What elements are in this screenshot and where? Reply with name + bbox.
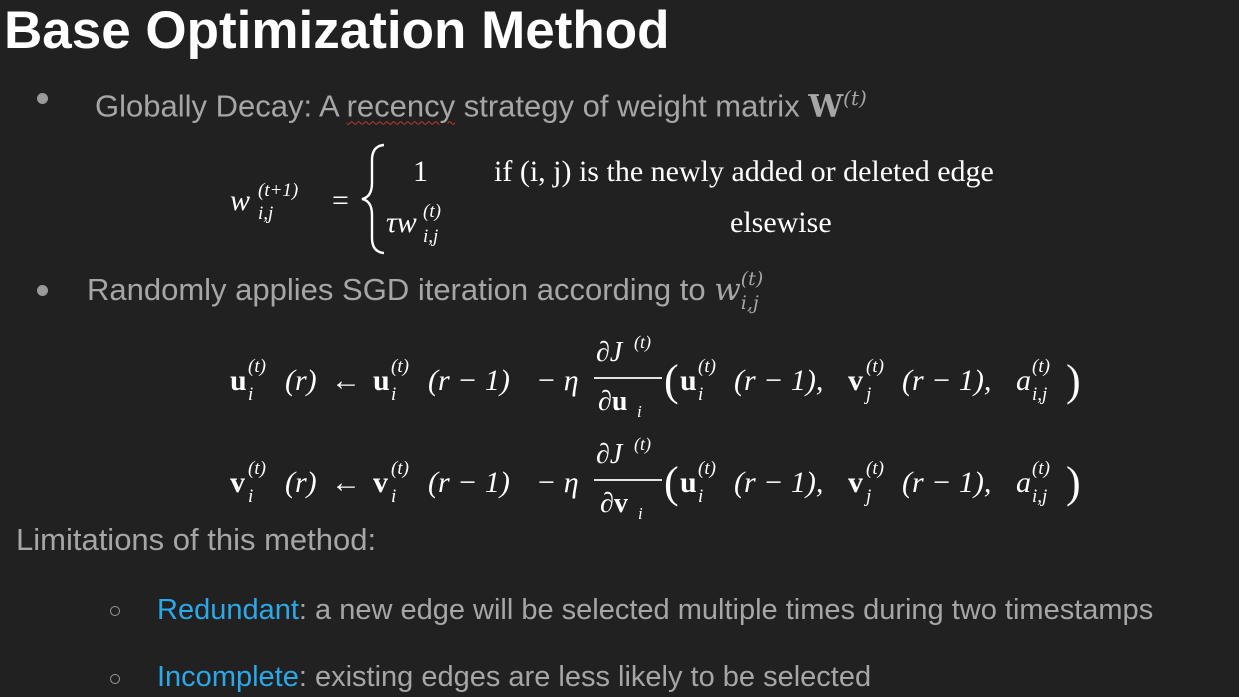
svg-text:u: u [230, 364, 247, 397]
svg-text:(r): (r) [285, 466, 317, 499]
svg-text:u: u [373, 364, 390, 397]
svg-text:(t): (t) [634, 332, 651, 353]
svg-text:(r − 1): (r − 1) [428, 364, 510, 397]
svg-text:(t): (t) [391, 356, 409, 377]
svg-text:(r − 1),: (r − 1), [902, 364, 991, 397]
svg-text:v: v [848, 364, 863, 397]
svg-text:∂u: ∂u [598, 386, 627, 417]
svg-text:(t): (t) [1032, 458, 1050, 479]
limitation-text: : existing edges are less likely to be s… [298, 661, 872, 693]
svg-text:(t): (t) [1032, 356, 1050, 377]
limitation-keyword: Incomplete [157, 661, 299, 693]
hollow-bullet-icon [110, 606, 120, 616]
limitation-incomplete: Incomplete: existing edges are less like… [157, 658, 871, 696]
svg-text:←: ← [331, 364, 361, 397]
eq-u-line: u i (t) (r) ← u i (t) (r − 1) − η ∂J (t)… [230, 332, 1081, 421]
svg-text:i,j: i,j [1032, 486, 1047, 507]
svg-text:∂v: ∂v [600, 488, 628, 519]
svg-text:− η: − η [536, 364, 579, 397]
svg-text:∂J: ∂J [596, 439, 624, 470]
svg-text:i: i [248, 486, 253, 507]
svg-text:(r − 1),: (r − 1), [734, 466, 823, 499]
svg-text:∂J: ∂J [596, 337, 624, 368]
svg-text:i: i [638, 504, 643, 523]
svg-text:(t): (t) [634, 434, 651, 455]
svg-text:j: j [863, 486, 871, 507]
svg-text:(r − 1): (r − 1) [428, 466, 510, 499]
limitations-heading: Limitations of this method: [16, 522, 377, 557]
svg-text:v: v [230, 466, 245, 499]
svg-text:v: v [848, 466, 863, 499]
svg-text:i: i [391, 486, 396, 507]
svg-text:− η: − η [536, 466, 579, 499]
svg-text:a: a [1016, 364, 1031, 397]
hollow-bullet-icon [110, 674, 120, 684]
svg-text:(r): (r) [285, 364, 317, 397]
svg-text:(t): (t) [866, 356, 884, 377]
svg-text:(r − 1),: (r − 1), [734, 364, 823, 397]
svg-text:(t): (t) [248, 458, 266, 479]
svg-text:j: j [863, 384, 871, 405]
svg-text:(: ( [664, 356, 679, 405]
svg-text:(r − 1),: (r − 1), [902, 466, 991, 499]
svg-text:i: i [248, 384, 253, 405]
svg-text:(t): (t) [391, 458, 409, 479]
svg-text:i: i [698, 486, 703, 507]
svg-text:←: ← [331, 466, 361, 499]
svg-text:(: ( [664, 458, 679, 507]
svg-text:u: u [680, 364, 697, 397]
svg-text:v: v [373, 466, 388, 499]
svg-text:a: a [1016, 466, 1031, 499]
slide: Base Optimization Method Globally Decay:… [0, 0, 1239, 697]
svg-text:i: i [391, 384, 396, 405]
limitation-keyword: Redundant [157, 594, 299, 626]
svg-text:): ) [1066, 458, 1081, 507]
svg-text:i,j: i,j [1032, 384, 1047, 405]
svg-text:u: u [680, 466, 697, 499]
svg-text:(t): (t) [698, 458, 716, 479]
svg-text:(t): (t) [248, 356, 266, 377]
limitation-text: : a new edge will be selected multiple t… [298, 594, 1154, 626]
svg-text:i: i [698, 384, 703, 405]
svg-text:(t): (t) [866, 458, 884, 479]
limitation-redundant: Redundant: a new edge will be selected m… [157, 591, 1153, 629]
svg-text:(t): (t) [698, 356, 716, 377]
eq-v-line: v i (t) (r) ← v i (t) (r − 1) − η ∂J (t)… [230, 434, 1081, 523]
svg-text:i: i [637, 402, 642, 421]
svg-text:): ) [1066, 356, 1081, 405]
